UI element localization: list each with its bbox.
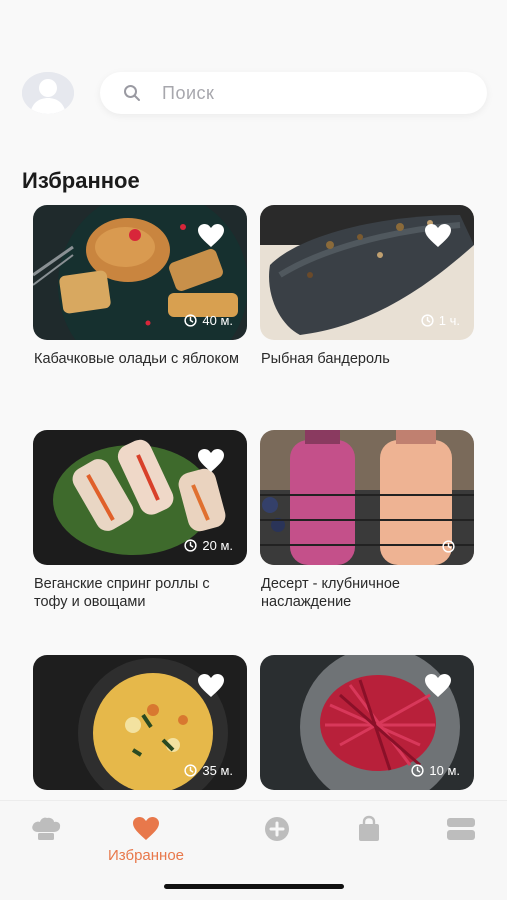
cook-time: 40 м.	[184, 313, 233, 328]
favorite-heart-icon[interactable]	[424, 223, 452, 249]
recipe-card[interactable]: 20 м. Веганские спринг роллы с тофу и ов…	[33, 430, 247, 611]
cook-time: 20 м.	[184, 538, 233, 553]
clock-icon	[442, 540, 455, 553]
recipe-name[interactable]: Рыбная бандероль	[260, 350, 474, 368]
recipe-card[interactable]: Десерт - клубничное наслаждение	[260, 430, 474, 611]
avatar[interactable]	[22, 72, 74, 114]
clock-icon	[411, 764, 425, 777]
recipe-card[interactable]: 40 м. Кабачковые оладьи с яблоком	[33, 205, 247, 368]
search-input[interactable]: Поиск	[162, 83, 214, 104]
tab-add[interactable]	[261, 815, 293, 843]
tab-shopping[interactable]	[353, 815, 385, 843]
layers-icon	[445, 815, 477, 843]
cook-time-label: 40 м.	[202, 313, 233, 328]
favorite-heart-icon[interactable]	[197, 673, 225, 699]
recipe-photo[interactable]: 20 м.	[33, 430, 247, 565]
cook-time: 1 ч.	[421, 313, 460, 328]
clock-icon	[184, 314, 198, 327]
recipe-photo[interactable]: 35 м.	[33, 655, 247, 790]
cook-time-label: 10 м.	[429, 763, 460, 778]
bag-icon	[353, 815, 385, 843]
heart-icon	[130, 815, 162, 843]
search-bar[interactable]: Поиск	[100, 72, 487, 114]
user-icon	[22, 72, 74, 114]
recipe-card[interactable]: 1 ч. Рыбная бандероль	[260, 205, 474, 368]
recipe-photo[interactable]: 10 м.	[260, 655, 474, 790]
recipe-photo[interactable]: 1 ч.	[260, 205, 474, 340]
cook-time: 10 м.	[411, 763, 460, 778]
favorite-heart-icon[interactable]	[197, 223, 225, 249]
clock-icon	[184, 539, 198, 552]
search-icon	[122, 83, 142, 103]
header: Поиск	[0, 0, 507, 130]
tab-menu[interactable]	[445, 815, 477, 843]
clock-icon	[184, 764, 198, 777]
clock-icon	[421, 314, 434, 327]
tab-favorites[interactable]: Избранное	[108, 815, 184, 864]
cook-time: 35 м.	[184, 763, 233, 778]
plus-circle-icon	[261, 815, 293, 843]
cook-time-label: 35 м.	[202, 763, 233, 778]
recipe-photo[interactable]	[260, 430, 474, 565]
favorite-heart-icon[interactable]	[424, 673, 452, 699]
cook-time-label: 20 м.	[202, 538, 233, 553]
cook-time	[442, 540, 460, 553]
recipe-card[interactable]: 10 м.	[260, 655, 474, 790]
favorite-heart-icon[interactable]	[197, 448, 225, 474]
tab-recipes[interactable]	[30, 815, 62, 843]
recipe-photo[interactable]: 40 м.	[33, 205, 247, 340]
cook-time-label: 1 ч.	[438, 313, 460, 328]
recipe-name[interactable]: Десерт - клубничное наслаждение	[260, 575, 474, 611]
recipe-name[interactable]: Веганские спринг роллы с тофу и овощами	[33, 575, 247, 611]
recipe-card[interactable]: 35 м.	[33, 655, 247, 790]
chef-hat-icon	[30, 815, 62, 843]
tab-favorites-label: Избранное	[108, 847, 185, 864]
page-title: Избранное	[22, 168, 140, 193]
recipe-name[interactable]: Кабачковые оладьи с яблоком	[33, 350, 247, 368]
home-indicator	[164, 884, 344, 889]
